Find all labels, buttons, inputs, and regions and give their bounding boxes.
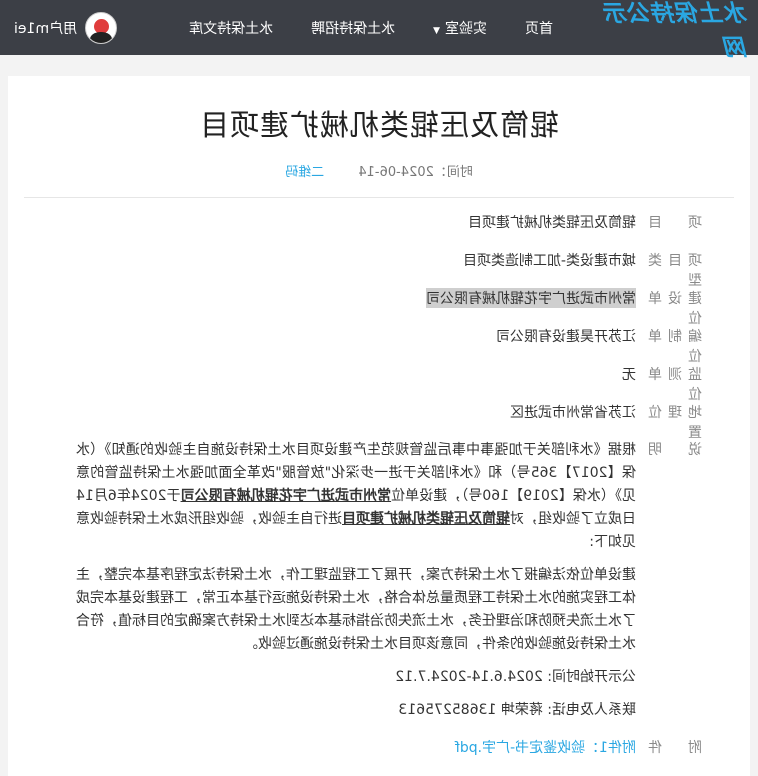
label-builder: 建设单位 — [648, 291, 702, 327]
nav-library[interactable]: 水土保持文库 — [189, 18, 273, 38]
value-type: 城市建设类-加工制造类项目 — [462, 253, 636, 269]
user-menu[interactable]: 用户m1ei — [14, 11, 118, 44]
project-details: 项目 辊筒及压辊类机械扩建项目 项目类型 城市建设类-加工制造类项目 建设单位 … — [8, 212, 750, 767]
value-project: 辊筒及压辊类机械扩建项目 — [468, 215, 636, 231]
divider — [24, 197, 734, 198]
value-location: 江苏省常州市武进区 — [510, 405, 636, 421]
row-builder: 建设单位 常州市武进广宇花辊机械有限公司 — [8, 288, 750, 327]
nav-home[interactable]: 首页 — [525, 18, 553, 38]
attachment-link[interactable]: 附件1：验收鉴定书-广宇.pdf — [455, 737, 636, 757]
description-paragraph: 根据《水利部关于加强事中事后监管规范生产建设项目水土保持设施自主验收的通知》（水… — [76, 439, 636, 554]
nav-lab[interactable]: 实验室 ▼ — [433, 18, 487, 38]
avatar[interactable] — [85, 11, 118, 44]
value-builder: 常州市武进广宇花辊机械有限公司 — [426, 288, 636, 308]
article-panel: 辊筒及压辊类机械扩建项目 时间：2024-06-14 二维码 项目 辊筒及压辊类… — [8, 76, 750, 776]
desc-builder-name: 常州市武进广宇花辊机械有限公司 — [180, 488, 392, 504]
row-project: 项目 辊筒及压辊类机械扩建项目 — [8, 212, 750, 250]
username: 用户m1ei — [14, 20, 78, 37]
row-monitor: 监测单位 无 — [8, 364, 750, 403]
article-meta: 时间：2024-06-14 二维码 — [8, 161, 750, 180]
row-attachment: 附件 附件1：验收鉴定书-广宇.pdf — [8, 737, 750, 767]
label-description: 说明 — [648, 442, 702, 458]
label-monitor: 监测单位 — [648, 367, 702, 403]
main-nav: 首页 实验室 ▼ 水土保持招聘 水土保持文库 — [151, 18, 553, 38]
description-paragraph: 公示开始时间: 2024.6.14-2024.7.12 — [395, 669, 636, 685]
description-body: 根据《水利部关于加强事中事后监管规范生产建设项目水土保持设施自主验收的通知》（水… — [76, 439, 636, 732]
site-logo[interactable]: 水土保持公示网 — [583, 0, 748, 62]
chevron-down-icon: ▼ — [433, 25, 440, 36]
avatar-body — [90, 31, 113, 44]
row-compiler: 编制单位 江苏开昊建设有限公司 — [8, 326, 750, 365]
publish-time: 时间：2024-06-14 — [358, 165, 473, 180]
value-monitor: 无 — [622, 367, 636, 383]
desc-project-name: 辊筒及压辊类机械扩建项目 — [342, 511, 510, 527]
nav-lab-label: 实验室 — [445, 20, 487, 37]
value-compiler: 江苏开昊建设有限公司 — [496, 329, 636, 345]
label-type: 项目类型 — [648, 253, 702, 289]
row-description: 说明 根据《水利部关于加强事中事后监管规范生产建设项目水土保持设施自主验收的通知… — [8, 439, 750, 737]
page-title: 辊筒及压辊类机械扩建项目 — [199, 108, 560, 142]
label-location: 地理位置 — [648, 405, 702, 441]
description-paragraph: 联系人及电话: 蒋荣坤 13685275613 — [398, 702, 636, 718]
label-project: 项目 — [648, 215, 702, 231]
row-location: 地理位置 江苏省常州市武进区 — [8, 402, 750, 441]
label-attachment: 附件 — [648, 740, 702, 756]
qr-code-link[interactable]: 二维码 — [285, 165, 324, 180]
nav-recruit[interactable]: 水土保持招聘 — [311, 18, 395, 38]
row-type: 项目类型 城市建设类-加工制造类项目 — [8, 250, 750, 289]
description-paragraph: 建设单位依法编报了水土保持方案，开展了工程监理工作，水土保持法定程序基本完整，主… — [76, 567, 636, 652]
top-navbar: 水土保持公示网 首页 实验室 ▼ 水土保持招聘 水土保持文库 用户m1ei — [0, 0, 758, 61]
label-compiler: 编制单位 — [648, 329, 702, 365]
